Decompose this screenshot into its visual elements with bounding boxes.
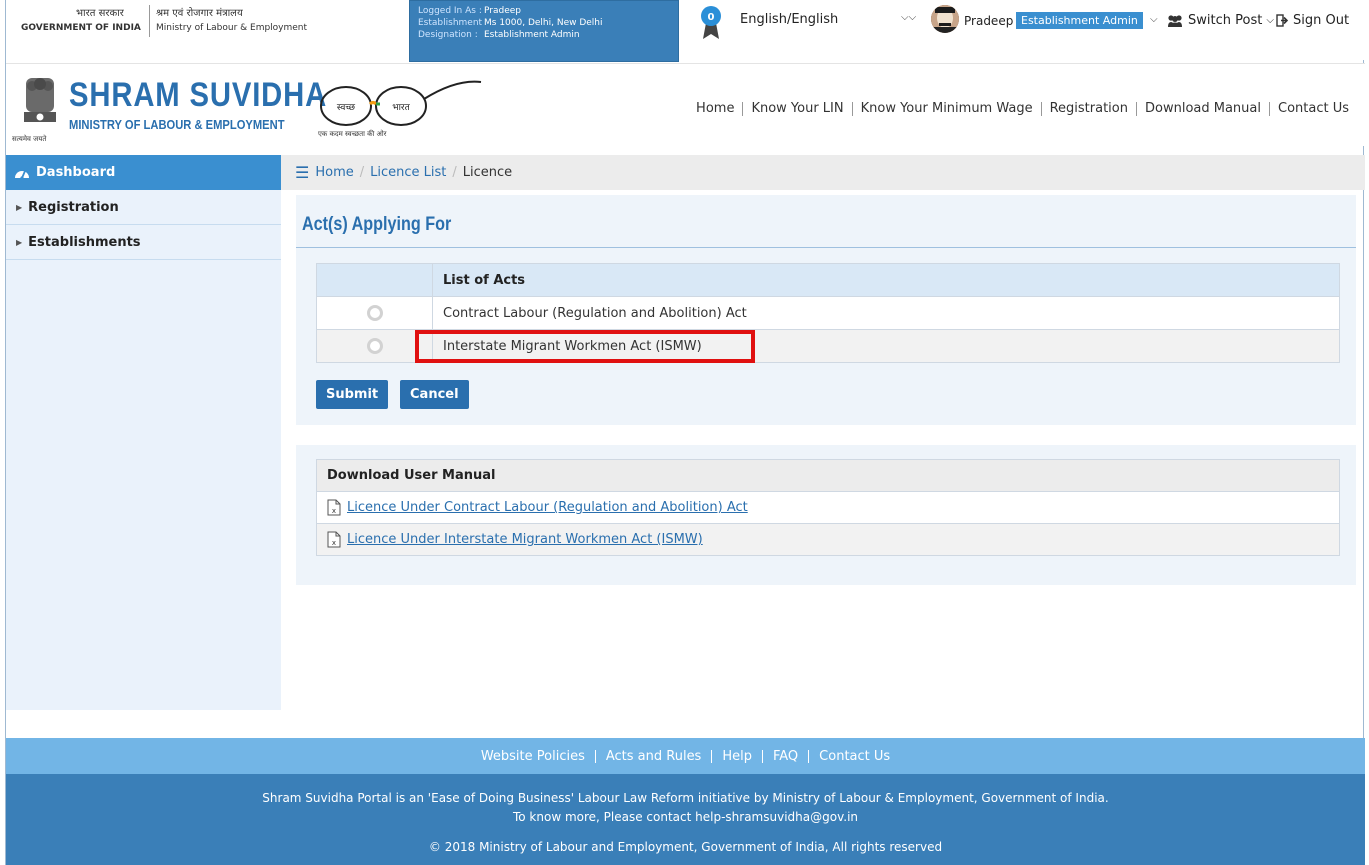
sidebar-item-label: Registration [28, 199, 119, 215]
gov-english-label: GOVERNMENT OF INDIA [21, 23, 141, 33]
excel-file-icon: x [327, 531, 341, 548]
footer-faq[interactable]: FAQ [761, 749, 808, 763]
breadcrumb: ☰ Home / Licence List / Licence [281, 155, 1365, 190]
manual-header: Download User Manual [316, 459, 1340, 492]
sidebar-dashboard-label: Dashboard [36, 165, 116, 180]
caret-right-icon: ▶ [16, 202, 23, 212]
gov-hindi-label: भारत सरकार [76, 8, 124, 19]
sidebar-item-establishments[interactable]: ▶ Establishments [6, 225, 281, 260]
avatar-image-icon [931, 5, 959, 33]
footer-info: Shram Suvidha Portal is an 'Ease of Doin… [6, 774, 1365, 865]
page-title: Act(s) Applying For [302, 214, 452, 235]
role-chevron-down-icon[interactable]: ⌵ [1150, 14, 1158, 25]
switch-post-button[interactable]: Switch Post ⌵ [1166, 13, 1274, 28]
avatar[interactable] [931, 5, 959, 33]
act-radio-ismw[interactable] [366, 338, 383, 354]
designation-value: Establishment Admin [484, 30, 580, 40]
sidebar-item-registration[interactable]: ▶ Registration [6, 190, 281, 225]
national-emblem-icon [24, 78, 56, 122]
acts-header-blank [316, 263, 433, 297]
act-radio-cell [316, 296, 433, 330]
ministry-hindi-label: श्रम एवं रोजगार मंत्रालय [156, 8, 243, 19]
nav-download-manual[interactable]: Download Manual [1136, 102, 1269, 116]
top-nav: Home Know Your LIN Know Your Minimum Wag… [688, 102, 1357, 116]
footer-copyright: © 2018 Ministry of Labour and Employment… [428, 840, 943, 854]
list-item: x Licence Under Interstate Migrant Workm… [316, 523, 1340, 556]
language-chevron-down-icon[interactable]: ⌵⌵ [901, 12, 916, 23]
sidebar-item-label: Establishments [28, 234, 141, 250]
logged-in-key: Logged In As : [418, 6, 482, 16]
notification-badge-icon[interactable]: 0 [699, 5, 723, 41]
sidebar-dashboard[interactable]: Dashboard [6, 155, 281, 190]
footer-acts-and-rules[interactable]: Acts and Rules [594, 749, 711, 763]
breadcrumb-current: Licence [462, 165, 513, 180]
submit-button[interactable]: Submit [316, 380, 389, 409]
footer-help[interactable]: Help [711, 749, 762, 763]
manual-table: Download User Manual x Licence Under Con… [316, 459, 1340, 556]
list-item: x Licence Under Contract Labour (Regulat… [316, 491, 1340, 524]
highlight-annotation [415, 330, 755, 363]
nav-know-your-minimum-wage[interactable]: Know Your Minimum Wage [851, 102, 1041, 116]
top-bar: भारत सरकार GOVERNMENT OF INDIA श्रम एवं … [6, 0, 1365, 62]
swachh-bharat-logo-icon: स्वच्छ भारत एक कदम स्वच्छता की ओर [318, 80, 482, 138]
notification-count: 0 [708, 12, 715, 23]
act-name: Contract Labour (Regulation and Abolitio… [432, 296, 1340, 330]
page-frame: भारत सरकार GOVERNMENT OF INDIA श्रम एवं … [5, 0, 1365, 865]
breadcrumb-licence-list[interactable]: Licence List [370, 165, 446, 180]
menu-toggle-icon[interactable]: ☰ [295, 163, 309, 182]
nav-contact-us[interactable]: Contact Us [1269, 102, 1357, 116]
sign-out-icon [1276, 14, 1289, 27]
ministry-english-label: Ministry of Labour & Employment [156, 23, 308, 33]
act-radio-contract-labour[interactable] [366, 305, 383, 321]
emblem-motto: सत्यमेव जयते [12, 135, 47, 143]
sign-out-button[interactable]: Sign Out [1276, 13, 1349, 28]
swachh-right-text: भारत [392, 103, 410, 113]
nav-home[interactable]: Home [688, 102, 742, 116]
designation-key: Designation : [418, 30, 478, 40]
title-divider [296, 247, 1356, 248]
dashboard-gauge-icon [15, 170, 29, 180]
manual-panel: Download User Manual x Licence Under Con… [296, 445, 1356, 585]
footer-description: Shram Suvidha Portal is an 'Ease of Doin… [262, 791, 1109, 805]
logged-in-value: Pradeep [484, 6, 521, 16]
footer-contact-note: To know more, Please contact help-shrams… [512, 810, 859, 824]
breadcrumb-separator: / [452, 165, 457, 180]
svg-text:x: x [332, 539, 336, 547]
breadcrumb-home[interactable]: Home [315, 165, 353, 180]
svg-text:x: x [332, 507, 336, 515]
sign-out-label: Sign Out [1293, 13, 1350, 28]
establishment-value: Ms 1000, Delhi, New Delhi [484, 18, 603, 28]
breadcrumb-separator: / [359, 165, 365, 180]
table-row[interactable]: Contract Labour (Regulation and Abolitio… [316, 296, 1340, 330]
footer-contact-us[interactable]: Contact Us [808, 749, 900, 763]
excel-file-icon: x [327, 499, 341, 516]
users-icon [1168, 14, 1182, 27]
username[interactable]: Pradeep [964, 14, 1013, 28]
role-badge[interactable]: Establishment Admin [1016, 12, 1143, 29]
site-title[interactable]: SHRAM SUVIDHA [69, 76, 327, 115]
cancel-button[interactable]: Cancel [400, 380, 469, 409]
switch-post-label: Switch Post [1188, 13, 1263, 28]
manual-link-contract-labour[interactable]: Licence Under Contract Labour (Regulatio… [347, 500, 748, 515]
swachh-left-text: स्वच्छ [337, 103, 356, 113]
footer-website-policies[interactable]: Website Policies [471, 750, 595, 763]
footer-links: Website Policies Acts and Rules Help FAQ… [6, 738, 1365, 774]
manual-link-ismw[interactable]: Licence Under Interstate Migrant Workmen… [347, 532, 703, 547]
switch-post-chevron-down-icon: ⌵ [1266, 15, 1274, 26]
establishment-key: Establishment : [418, 18, 483, 40]
nav-know-your-lin[interactable]: Know Your LIN [742, 102, 851, 116]
swachh-tagline: एक कदम स्वच्छता की ओर [318, 129, 387, 138]
caret-right-icon: ▶ [16, 237, 23, 247]
brand-bar: सत्यमेव जयते SHRAM SUVIDHA MINISTRY OF L… [6, 63, 1365, 146]
site-subtitle: MINISTRY OF LABOUR & EMPLOYMENT [69, 117, 285, 132]
login-info-box: Logged In As : Pradeep Establishment : Ms … [409, 0, 679, 62]
acts-column-header: List of Acts [432, 263, 1340, 297]
nav-registration[interactable]: Registration [1040, 102, 1136, 116]
gov-divider [149, 5, 150, 37]
sidebar: Dashboard ▶ Registration ▶ Establishment… [6, 155, 281, 710]
